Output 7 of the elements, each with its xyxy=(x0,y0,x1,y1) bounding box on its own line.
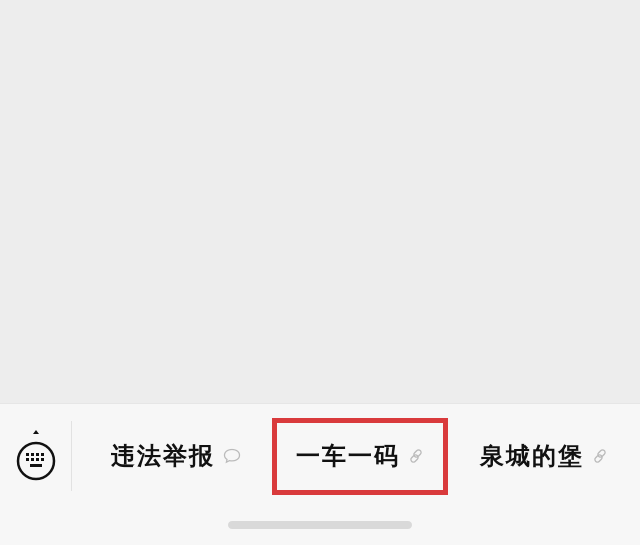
speech-bubble-icon xyxy=(223,448,241,464)
menu-item[interactable]: 泉城的堡 xyxy=(456,418,632,494)
keyboard-icon[interactable] xyxy=(14,429,56,483)
link-icon xyxy=(408,448,424,464)
menu-item[interactable]: 违法举报 xyxy=(88,418,264,494)
menu-item[interactable]: 一车一码 xyxy=(272,418,448,494)
link-icon xyxy=(592,448,608,464)
